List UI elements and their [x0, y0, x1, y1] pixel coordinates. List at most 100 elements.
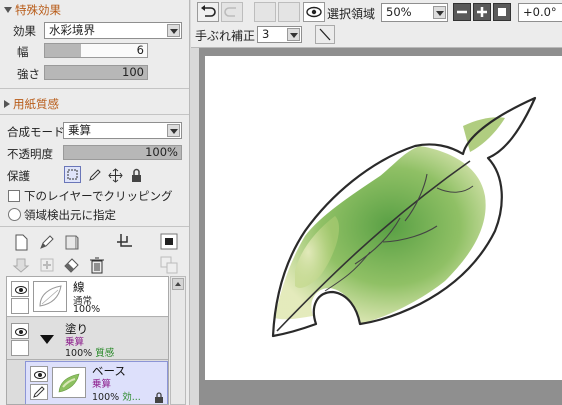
rotation-field[interactable]: +0.0°	[518, 3, 562, 22]
top-toolbar: 選択領域 50% +0.0° 手ぶれ補正 3	[191, 0, 562, 48]
leaf-artwork	[271, 96, 537, 338]
lock-icon	[132, 168, 141, 182]
checker-icon	[67, 169, 78, 180]
redo-button[interactable]	[221, 2, 243, 22]
eye-icon	[306, 6, 322, 18]
width-slider[interactable]: 6	[44, 43, 148, 58]
draw-toggle-box[interactable]	[30, 384, 48, 400]
layer-thumbnail	[52, 367, 86, 398]
layer-folder-item[interactable]: 塗り 乗算 100% 質感	[7, 318, 168, 360]
protect-move-button[interactable]	[106, 166, 123, 183]
canvas-paper[interactable]	[205, 56, 562, 380]
move-icon	[108, 168, 123, 183]
square-icon	[498, 8, 506, 16]
opacity-value: 100%	[145, 145, 178, 159]
pencil-icon	[33, 386, 45, 398]
ruler-icon[interactable]	[115, 232, 133, 250]
zoom-select[interactable]: 50%	[381, 3, 448, 22]
selection-label: 選択領域	[327, 7, 376, 21]
divider	[0, 226, 189, 227]
folder-expand-icon[interactable]	[40, 335, 54, 345]
new-pen-layer-icon[interactable]	[38, 233, 56, 251]
layer-thumbnail	[33, 281, 67, 312]
scroll-up-icon[interactable]	[172, 278, 184, 290]
layer-opacity: 100%	[73, 304, 101, 315]
opacity-slider[interactable]: 100%	[63, 145, 182, 160]
layer-property-icon[interactable]	[160, 256, 178, 274]
protect-draw-button[interactable]	[85, 166, 102, 183]
chevron-down-icon[interactable]	[167, 24, 180, 37]
protect-opacity-button[interactable]	[64, 166, 81, 183]
lock-toggle-box[interactable]	[11, 298, 29, 314]
strength-value: 100	[122, 65, 144, 79]
chevron-down-icon[interactable]	[433, 6, 446, 19]
clipping-label: 下のレイヤーでクリッピング	[24, 189, 173, 203]
layer-mode: 乗算	[92, 379, 112, 390]
effect-select[interactable]: 水彩境界	[44, 22, 182, 39]
deselect-button[interactable]	[254, 2, 276, 22]
chevron-down-icon[interactable]	[287, 28, 300, 41]
layer-item-selected[interactable]: ベース 乗算 100% 効...	[25, 361, 168, 404]
merge-down-icon[interactable]	[38, 256, 56, 274]
redo-icon	[224, 7, 236, 17]
special-effects-header[interactable]: 特殊効果	[4, 2, 61, 18]
clear-layer-icon[interactable]	[63, 256, 81, 274]
transfer-down-icon[interactable]	[12, 256, 30, 274]
collapse-right-icon	[4, 100, 10, 108]
visibility-eye-icon[interactable]	[11, 323, 29, 339]
divider	[0, 114, 189, 115]
layer-item[interactable]: 線 通常 100%	[7, 277, 168, 317]
detect-source-label: 領域検出元に指定	[24, 208, 116, 222]
collapse-down-icon	[4, 7, 12, 13]
new-folder-icon[interactable]	[63, 233, 81, 251]
width-value: 6	[136, 43, 144, 57]
strength-label: 強さ	[17, 67, 40, 81]
diagonal-line-icon	[319, 28, 331, 41]
leaf-color-thumbnail-icon	[58, 373, 80, 393]
left-panel: 特殊効果 効果 水彩境界 幅 6 強さ 100 用紙質感 合成モード 乗算 不透…	[0, 0, 190, 405]
leaf-tip-fill	[463, 117, 505, 152]
divider	[0, 88, 189, 89]
paper-texture-header[interactable]: 用紙質感	[4, 96, 59, 112]
protect-lock-button[interactable]	[127, 166, 144, 183]
record-icon[interactable]	[160, 233, 178, 251]
layer-list-scrollbar[interactable]	[170, 276, 186, 405]
zoom-reset-button[interactable]	[493, 3, 511, 21]
selection-eye-toggle[interactable]	[303, 2, 325, 22]
stabilizer-select[interactable]: 3	[257, 26, 302, 43]
visibility-eye-icon[interactable]	[11, 281, 29, 297]
stabilizer-label: 手ぶれ補正	[195, 29, 256, 43]
minus-icon	[457, 10, 467, 14]
chevron-down-icon[interactable]	[167, 124, 180, 137]
detect-source-radio[interactable]	[8, 208, 21, 221]
strength-slider[interactable]: 100	[44, 65, 148, 80]
pencil-icon	[89, 169, 101, 181]
select-all-button[interactable]	[278, 2, 300, 22]
leaf-line-thumbnail-icon	[39, 285, 62, 307]
blend-mode-select[interactable]: 乗算	[63, 122, 182, 139]
zoom-out-button[interactable]	[453, 3, 471, 21]
opacity-label: 不透明度	[7, 147, 53, 161]
new-layer-icon[interactable]	[12, 233, 30, 251]
layer-opacity: 100% 質感	[65, 348, 115, 359]
clipping-checkbox[interactable]	[8, 190, 20, 202]
canvas-area[interactable]	[199, 48, 562, 405]
delete-layer-icon[interactable]	[88, 256, 106, 274]
blend-mode-label: 合成モード	[7, 125, 65, 139]
undo-button[interactable]	[197, 2, 219, 22]
layer-extra: 効...	[122, 392, 141, 403]
width-label: 幅	[17, 45, 29, 59]
width-slider-fill	[45, 44, 81, 57]
undo-icon	[201, 5, 216, 17]
layer-extra: 質感	[95, 348, 115, 359]
zoom-in-button[interactable]	[473, 3, 491, 21]
straight-line-button[interactable]	[315, 25, 335, 44]
layer-opacity: 100% 効...	[92, 392, 141, 403]
plus-icon	[477, 7, 487, 17]
protect-label: 保護	[7, 169, 30, 183]
visibility-eye-icon[interactable]	[30, 366, 48, 382]
effect-label: 効果	[13, 24, 36, 38]
lock-icon	[155, 392, 163, 403]
lock-toggle-box[interactable]	[11, 340, 29, 356]
layer-list: 線 通常 100% 塗り 乗算 100% 質感 ベース 乗算 100% 効...	[6, 276, 169, 405]
